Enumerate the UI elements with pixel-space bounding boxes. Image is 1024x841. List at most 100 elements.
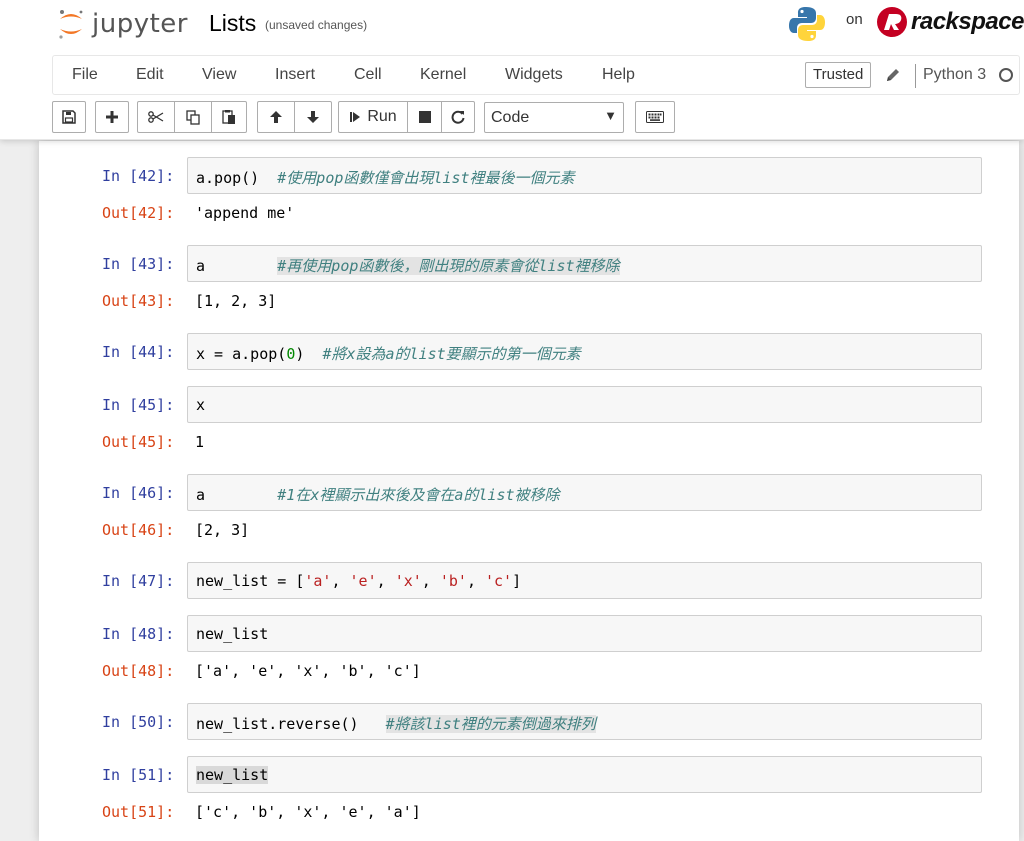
code-text: ): [295, 345, 305, 363]
menu-insert[interactable]: Insert: [275, 66, 315, 84]
arrow-down-icon: [307, 111, 319, 123]
code-comment: #將x設為a的list要顯示的第一個元素: [322, 345, 581, 363]
code-text: new_list: [196, 766, 269, 784]
toolbar-insert-group: [95, 101, 129, 133]
move-up-button[interactable]: [257, 101, 295, 133]
cell-output: 'append me': [195, 204, 295, 222]
code-comment: #使用pop函數僅會出現list裡最後一個元素: [277, 169, 575, 187]
toolbar-clipboard-group: [137, 101, 247, 133]
keyboard-icon: [646, 111, 664, 123]
paste-icon: [222, 110, 235, 124]
python-logo-icon: [789, 7, 825, 41]
toolbar-keyboard-group: [635, 101, 675, 133]
code-cell-input[interactable]: a #1在x裡顯示出來後及會在a的list被移除: [187, 474, 982, 511]
cell-output: ['c', 'b', 'x', 'e', 'a']: [195, 803, 421, 821]
paste-button[interactable]: [211, 101, 247, 133]
input-prompt: In [48]:: [102, 625, 175, 643]
save-status: (unsaved changes): [265, 18, 368, 32]
code-cell-input[interactable]: new_list.reverse() #將該list裡的元素倒過來排列: [187, 703, 982, 740]
input-prompt: In [50]:: [102, 713, 175, 731]
code-text: new_list.reverse(): [196, 715, 359, 733]
cell-output: ['a', 'e', 'x', 'b', 'c']: [195, 662, 421, 680]
code-comment: #1在x裡顯示出來後及會在a的list被移除: [277, 486, 560, 504]
input-prompt: In [47]:: [102, 572, 175, 590]
pencil-icon[interactable]: [885, 67, 901, 83]
code-text: a: [196, 257, 206, 275]
code-cell-input[interactable]: x = a.pop(0) #將x設為a的list要顯示的第一個元素: [187, 333, 982, 370]
code-text: new_list: [196, 625, 269, 643]
input-prompt: In [44]:: [102, 343, 175, 361]
jupyter-logo-text: jupyter: [92, 9, 188, 39]
stop-icon: [418, 111, 431, 123]
cut-button[interactable]: [137, 101, 175, 133]
code-text: a: [196, 486, 206, 504]
save-icon: [62, 110, 76, 124]
toolbar-run-group: Run: [338, 101, 475, 133]
code-cell-input[interactable]: new_list = ['a', 'e', 'x', 'b', 'c']: [187, 562, 982, 599]
restart-kernel-button[interactable]: [441, 101, 475, 133]
kernel-divider: [915, 64, 916, 88]
code-text: x = a.pop(: [196, 345, 287, 363]
code-string: 'a': [304, 572, 332, 590]
code-cell-input[interactable]: new_list: [187, 615, 982, 652]
code-text: new_list = [: [196, 572, 305, 590]
output-prompt: Out[46]:: [102, 521, 175, 539]
cell-output: [2, 3]: [195, 521, 250, 539]
arrow-up-icon: [270, 111, 282, 123]
output-prompt: Out[43]:: [102, 292, 175, 310]
menu-file[interactable]: File: [72, 66, 98, 84]
hosted-on-label: on: [846, 11, 863, 28]
toolbar-move-group: [257, 101, 332, 133]
notebook-title[interactable]: Lists: [209, 10, 256, 37]
run-button[interactable]: Run: [338, 101, 408, 133]
menu-kernel[interactable]: Kernel: [420, 66, 466, 84]
insert-cell-button[interactable]: [95, 101, 129, 133]
code-cell-input[interactable]: x: [187, 386, 982, 423]
trusted-indicator[interactable]: Trusted: [805, 62, 872, 88]
interrupt-kernel-button[interactable]: [407, 101, 442, 133]
toolbar-save-group: [52, 101, 86, 133]
rackspace-logo[interactable]: rackspace: [875, 5, 1024, 39]
code-string: 'e': [349, 572, 377, 590]
menu-widgets[interactable]: Widgets: [505, 66, 563, 84]
menu-edit[interactable]: Edit: [136, 66, 164, 84]
code-string: 'c': [485, 572, 513, 590]
notebook-header: jupyter Lists (unsaved changes) on racks…: [0, 0, 1024, 140]
cell-output: [1, 2, 3]: [195, 292, 277, 310]
code-cell-input[interactable]: a #再使用pop函數後，剛出現的原素會從list裡移除: [187, 245, 982, 282]
kernel-idle-icon: [999, 68, 1013, 82]
kernel-name[interactable]: Python 3: [923, 66, 986, 84]
jupyter-logo-icon: [59, 10, 83, 39]
input-prompt: In [51]:: [102, 766, 175, 784]
cell-output: 1: [195, 433, 205, 451]
run-icon: [350, 112, 361, 122]
cell-type-value: Code: [491, 109, 530, 126]
input-prompt: In [43]:: [102, 255, 175, 273]
code-cell-input[interactable]: new_list: [187, 756, 982, 793]
cell-type-select[interactable]: Code ▼: [484, 102, 624, 133]
output-prompt: Out[51]:: [102, 803, 175, 821]
copy-icon: [186, 110, 200, 125]
output-prompt: Out[42]:: [102, 204, 175, 222]
code-cell-input[interactable]: a.pop() #使用pop函數僅會出現list裡最後一個元素: [187, 157, 982, 194]
jupyter-logo[interactable]: jupyter: [56, 4, 188, 44]
cut-icon: [148, 111, 164, 123]
menubar: File Edit View Insert Cell Kernel Widget…: [52, 55, 1020, 95]
output-prompt: Out[48]:: [102, 662, 175, 680]
rackspace-logo-text: rackspace: [911, 8, 1024, 35]
code-text: a.pop(): [196, 169, 260, 187]
command-palette-button[interactable]: [635, 101, 675, 133]
code-comment: #再使用pop函數後，剛出現的原素會從list裡移除: [277, 257, 620, 275]
move-down-button[interactable]: [294, 101, 332, 133]
code-string: 'b': [439, 572, 467, 590]
copy-button[interactable]: [174, 101, 212, 133]
input-prompt: In [42]:: [102, 167, 175, 185]
menu-view[interactable]: View: [202, 66, 236, 84]
menu-help[interactable]: Help: [602, 66, 635, 84]
code-string: 'x': [394, 572, 422, 590]
input-prompt: In [45]:: [102, 396, 175, 414]
output-prompt: Out[45]:: [102, 433, 175, 451]
code-text: x: [196, 396, 206, 414]
save-button[interactable]: [52, 101, 86, 133]
menu-cell[interactable]: Cell: [354, 66, 382, 84]
